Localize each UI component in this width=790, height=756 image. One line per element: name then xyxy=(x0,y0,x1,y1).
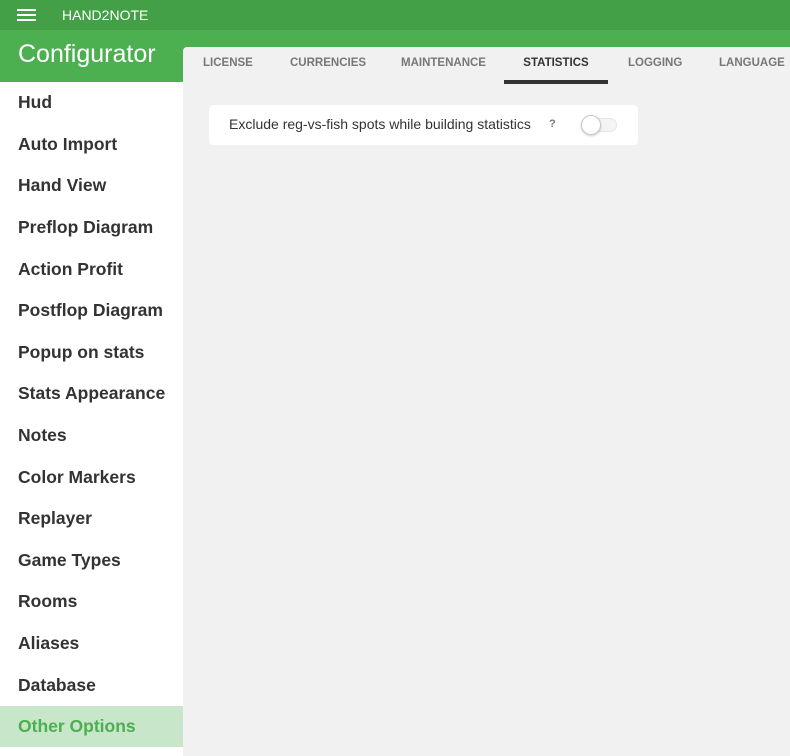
tab-maintenance[interactable]: MAINTENANCE xyxy=(401,47,486,85)
sidebar-item-action-profit[interactable]: Action Profit xyxy=(0,249,183,290)
content-panel: LICENSE CURRENCIES MAINTENANCE STATISTIC… xyxy=(183,47,790,756)
sidebar-item-popup-on-stats[interactable]: Popup on stats xyxy=(0,332,183,373)
tab-language[interactable]: LANGUAGE xyxy=(719,47,785,85)
tab-license[interactable]: LICENSE xyxy=(203,47,253,85)
help-icon[interactable]: ? xyxy=(549,118,556,130)
app-name: HAND2NOTE xyxy=(62,7,149,23)
toggle-knob xyxy=(581,115,601,135)
sidebar-item-hud[interactable]: Hud xyxy=(0,82,183,123)
active-tab-indicator xyxy=(504,80,608,84)
top-bar: HAND2NOTE xyxy=(0,0,790,30)
hamburger-menu-icon[interactable] xyxy=(17,8,36,22)
sidebar-item-replayer[interactable]: Replayer xyxy=(0,498,183,539)
sidebar-item-database[interactable]: Database xyxy=(0,665,183,706)
page-title: Configurator xyxy=(18,40,156,68)
setting-card-exclude-reg-vs-fish: Exclude reg-vs-fish spots while building… xyxy=(209,105,638,145)
sidebar-item-game-types[interactable]: Game Types xyxy=(0,540,183,581)
sidebar-item-preflop-diagram[interactable]: Preflop Diagram xyxy=(0,207,183,248)
sidebar-item-rooms[interactable]: Rooms xyxy=(0,581,183,622)
exclude-reg-vs-fish-toggle[interactable] xyxy=(581,115,617,135)
sidebar-item-hand-view[interactable]: Hand View xyxy=(0,165,183,206)
sidebar-item-postflop-diagram[interactable]: Postflop Diagram xyxy=(0,290,183,331)
tab-logging[interactable]: LOGGING xyxy=(628,47,682,85)
tab-currencies[interactable]: CURRENCIES xyxy=(290,47,366,85)
sidebar-item-stats-appearance[interactable]: Stats Appearance xyxy=(0,373,183,414)
sidebar-item-color-markers[interactable]: Color Markers xyxy=(0,457,183,498)
sidebar-item-auto-import[interactable]: Auto Import xyxy=(0,124,183,165)
sidebar-item-other-options[interactable]: Other Options xyxy=(0,706,183,747)
sidebar-item-aliases[interactable]: Aliases xyxy=(0,623,183,664)
sidebar: Hud Auto Import Hand View Preflop Diagra… xyxy=(0,82,183,756)
setting-label: Exclude reg-vs-fish spots while building… xyxy=(229,116,531,132)
tab-bar: LICENSE CURRENCIES MAINTENANCE STATISTIC… xyxy=(183,47,790,85)
sidebar-item-notes[interactable]: Notes xyxy=(0,415,183,456)
